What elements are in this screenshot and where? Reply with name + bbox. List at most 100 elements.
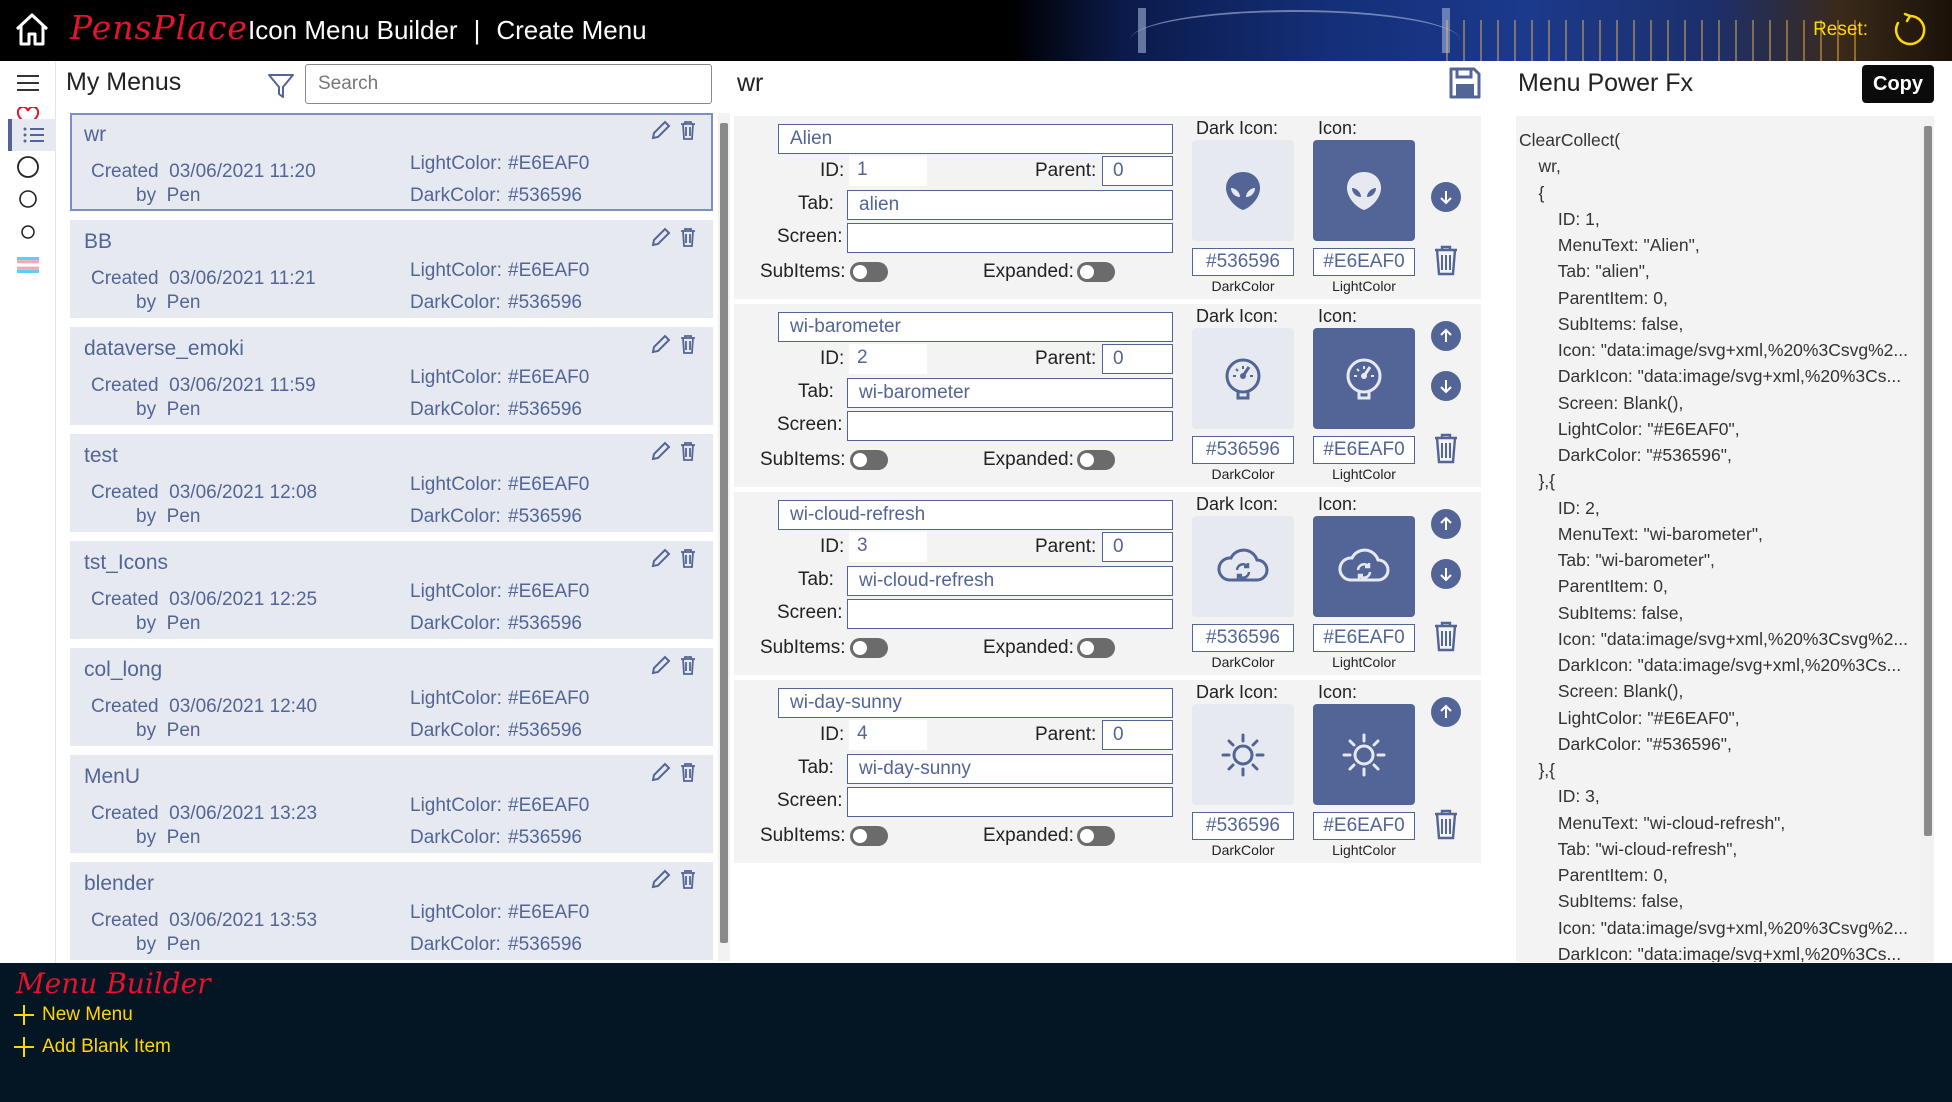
icon-label: Icon: [1318, 306, 1358, 326]
expanded-toggle[interactable] [1077, 262, 1115, 282]
screen-field[interactable] [847, 787, 1173, 817]
pencil-icon[interactable] [650, 654, 672, 676]
screen-field[interactable] [847, 411, 1173, 441]
expanded-toggle[interactable] [1077, 450, 1115, 470]
add-blank-item-button[interactable]: Add Blank Item [14, 1036, 171, 1058]
menu-card[interactable]: BB Created 03/06/2021 11:21 by Pen Light… [70, 220, 713, 318]
menu-text-field[interactable]: wi-barometer [778, 312, 1173, 342]
light-color-field[interactable]: #E6EAF0 [1313, 812, 1415, 840]
menu-text-field[interactable]: wi-day-sunny [778, 688, 1173, 718]
menu-text-field[interactable]: wi-cloud-refresh [778, 500, 1173, 530]
dark-icon-preview[interactable] [1192, 140, 1294, 241]
tab-field[interactable]: wi-day-sunny [847, 754, 1173, 784]
expanded-toggle[interactable] [1077, 638, 1115, 658]
subitems-toggle[interactable] [850, 262, 888, 282]
expanded-toggle[interactable] [1077, 826, 1115, 846]
menu-card[interactable]: test Created 03/06/2021 12:08 by Pen Lig… [70, 434, 713, 532]
subitems-toggle[interactable] [850, 638, 888, 658]
pencil-icon[interactable] [650, 333, 672, 355]
scrollbar-thumb[interactable] [720, 123, 728, 943]
menu-card[interactable]: col_long Created 03/06/2021 12:40 by Pen… [70, 648, 713, 746]
dark-icon-preview[interactable] [1192, 328, 1294, 429]
delete-item-icon[interactable] [1431, 244, 1461, 276]
home-icon[interactable] [12, 10, 52, 50]
subitems-toggle[interactable] [850, 826, 888, 846]
menu-card[interactable]: tst_Icons Created 03/06/2021 12:25 by Pe… [70, 541, 713, 639]
copy-button[interactable]: Copy [1862, 65, 1934, 103]
pride-flag-icon[interactable] [14, 251, 42, 279]
menu-card[interactable]: MenU Created 03/06/2021 13:23 by Pen Lig… [70, 755, 713, 853]
trash-icon[interactable] [677, 333, 699, 355]
move-down-button[interactable] [1431, 559, 1461, 589]
scrollbar-thumb[interactable] [1924, 126, 1932, 836]
icon-preview[interactable] [1313, 516, 1415, 617]
dark-icon-preview[interactable] [1192, 704, 1294, 805]
parent-field[interactable]: 0 [1102, 720, 1173, 750]
parent-field[interactable]: 0 [1102, 344, 1173, 374]
reset-icon[interactable] [1892, 12, 1928, 48]
id-field[interactable]: 2 [849, 344, 927, 374]
footer: Menu Builder New Menu Add Blank Item [0, 963, 1952, 1102]
dark-color-field[interactable]: #536596 [1192, 436, 1294, 464]
dark-icon-preview[interactable] [1192, 516, 1294, 617]
menu-card[interactable]: wr Created 03/06/2021 11:20 by Pen Light… [70, 113, 713, 211]
pencil-icon[interactable] [650, 868, 672, 890]
small-circle-icon[interactable] [14, 218, 42, 246]
trash-icon[interactable] [677, 761, 699, 783]
trash-icon[interactable] [677, 868, 699, 890]
move-down-button[interactable] [1431, 182, 1461, 212]
move-down-button[interactable] [1431, 371, 1461, 401]
pencil-icon[interactable] [650, 119, 672, 141]
pencil-icon[interactable] [650, 226, 672, 248]
filter-icon[interactable] [266, 71, 296, 101]
delete-item-icon[interactable] [1431, 620, 1461, 652]
power-fx-scrollbar[interactable] [1922, 116, 1934, 962]
menu-list-scrollbar[interactable] [718, 113, 730, 961]
tab-field[interactable]: wi-cloud-refresh [847, 566, 1173, 596]
list-icon[interactable] [8, 119, 56, 151]
delete-item-icon[interactable] [1431, 432, 1461, 464]
dark-color-field[interactable]: #536596 [1192, 624, 1294, 652]
trash-icon[interactable] [677, 654, 699, 676]
id-field[interactable]: 1 [849, 156, 927, 186]
light-color-field[interactable]: #E6EAF0 [1313, 248, 1415, 276]
pencil-icon[interactable] [650, 440, 672, 462]
save-icon[interactable] [1448, 66, 1482, 100]
parent-field[interactable]: 0 [1102, 532, 1173, 562]
large-circle-icon[interactable] [14, 153, 42, 181]
move-up-button[interactable] [1431, 509, 1461, 539]
dark-color-field[interactable]: #536596 [1192, 812, 1294, 840]
screen-field[interactable] [847, 599, 1173, 629]
menu-card[interactable]: dataverse_emoki Created 03/06/2021 11:59… [70, 327, 713, 425]
move-up-button[interactable] [1431, 697, 1461, 727]
tab-field[interactable]: wi-barometer [847, 378, 1173, 408]
parent-field[interactable]: 0 [1102, 156, 1173, 186]
light-color-field[interactable]: #E6EAF0 [1313, 436, 1415, 464]
id-field[interactable]: 3 [849, 532, 927, 562]
id-field[interactable]: 4 [849, 720, 927, 750]
trash-icon[interactable] [677, 226, 699, 248]
trash-icon[interactable] [677, 440, 699, 462]
trash-icon[interactable] [677, 547, 699, 569]
pencil-icon[interactable] [650, 547, 672, 569]
dark-color-field[interactable]: #536596 [1192, 248, 1294, 276]
delete-item-icon[interactable] [1431, 808, 1461, 840]
pencil-icon[interactable] [650, 761, 672, 783]
new-menu-button[interactable]: New Menu [14, 1004, 133, 1026]
power-fx-code-box[interactable]: ClearCollect( wr, { ID: 1, MenuText: "Al… [1516, 116, 1922, 962]
icon-preview[interactable] [1313, 140, 1415, 241]
medium-circle-icon[interactable] [14, 185, 42, 213]
subitems-toggle[interactable] [850, 450, 888, 470]
icon-preview[interactable] [1313, 704, 1415, 805]
search-input[interactable] [305, 64, 712, 104]
icon-preview[interactable] [1313, 328, 1415, 429]
trash-icon[interactable] [677, 119, 699, 141]
menu-card[interactable]: blender Created 03/06/2021 13:53 by Pen … [70, 862, 713, 960]
menu-text-field[interactable]: Alien [778, 124, 1173, 154]
by-label: by [136, 720, 157, 741]
tab-field[interactable]: alien [847, 190, 1173, 220]
hamburger-icon[interactable] [14, 69, 42, 97]
screen-field[interactable] [847, 223, 1173, 253]
light-color-field[interactable]: #E6EAF0 [1313, 624, 1415, 652]
move-up-button[interactable] [1431, 321, 1461, 351]
